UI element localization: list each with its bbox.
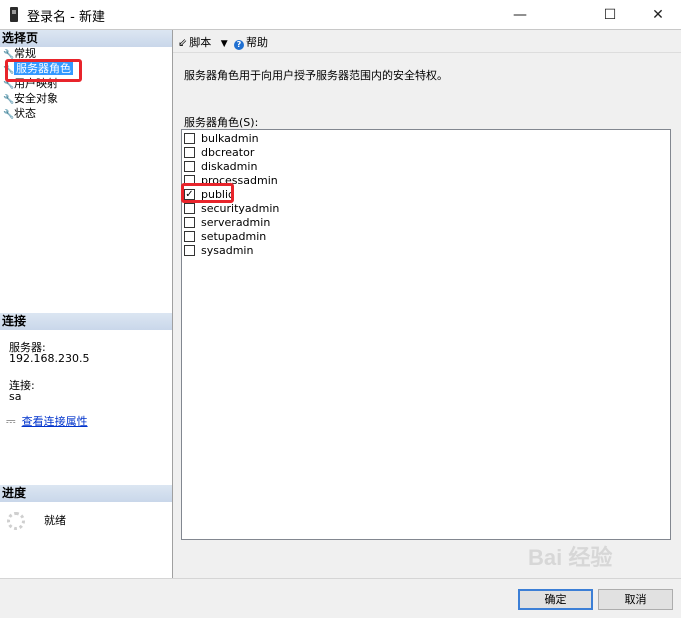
maximize-button[interactable]: ☐	[587, 0, 633, 29]
description-text: 服务器角色用于向用户授予服务器范围内的安全特权。	[184, 69, 448, 82]
plug-icon: ⎓	[6, 414, 16, 428]
select-page-header: 选择页	[0, 30, 172, 47]
script-label: 脚本	[189, 36, 212, 49]
role-checkbox[interactable]	[184, 132, 195, 144]
nav-item-label: 状态	[14, 107, 36, 120]
cancel-button[interactable]: 取消	[598, 589, 673, 610]
role-checkbox[interactable]	[184, 244, 195, 256]
highlight-box	[5, 59, 82, 82]
minimize-button[interactable]: —	[497, 0, 543, 29]
toolbar: ⇙ 脚本 ▼ ? 帮助	[173, 30, 681, 53]
wrench-icon: 🔧	[3, 95, 15, 105]
role-checkbox[interactable]	[184, 160, 195, 172]
role-name: sysadmin	[201, 243, 254, 257]
role-name: bulkadmin	[201, 131, 259, 145]
role-checkbox[interactable]	[184, 230, 195, 242]
title-bar: 登录名 - 新建 — ☐ ✕	[0, 0, 681, 29]
role-checkbox[interactable]	[184, 202, 195, 214]
help-icon: ?	[234, 40, 244, 50]
script-icon: ⇙	[178, 36, 188, 49]
role-name: diskadmin	[201, 159, 258, 173]
role-row-sysadmin[interactable]: sysadmin	[184, 243, 253, 257]
role-row-securityadmin[interactable]: securityadmin	[184, 201, 279, 215]
highlight-box	[181, 183, 234, 203]
help-label: 帮助	[246, 36, 268, 49]
role-name: serveradmin	[201, 215, 271, 229]
script-button[interactable]: ⇙ 脚本 ▼	[178, 34, 228, 50]
left-pane: 选择页 🔧常规 🔧 服务器角色 🔧用户映射 🔧安全对象 🔧状态 连接 服务器: 1…	[0, 30, 173, 578]
roles-label: 服务器角色(S):	[184, 116, 259, 129]
role-name: securityadmin	[201, 201, 280, 215]
role-checkbox[interactable]	[184, 216, 195, 228]
role-row-setupadmin[interactable]: setupadmin	[184, 229, 266, 243]
connection-value: sa	[9, 390, 22, 403]
nav-item-status[interactable]: 🔧状态	[3, 107, 36, 120]
role-row-serveradmin[interactable]: serveradmin	[184, 215, 270, 229]
role-row-dbcreator[interactable]: dbcreator	[184, 145, 254, 159]
progress-header: 进度	[0, 485, 172, 502]
watermark: Bai 经验	[528, 545, 613, 570]
chevron-down-icon: ▼	[220, 39, 228, 49]
role-name: setupadmin	[201, 229, 267, 243]
role-name: dbcreator	[201, 145, 255, 159]
wrench-icon: 🔧	[3, 110, 15, 120]
view-connection-link[interactable]: 查看连接属性	[22, 415, 88, 428]
main-pane: ⇙ 脚本 ▼ ? 帮助 服务器角色用于向用户授予服务器范围内的安全特权。 服务器角色…	[173, 30, 681, 578]
progress-status: 就绪	[44, 514, 66, 527]
role-row-bulkadmin[interactable]: bulkadmin	[184, 131, 259, 145]
help-button[interactable]: ? 帮助	[234, 34, 268, 50]
connection-header: 连接	[0, 313, 172, 330]
ok-button[interactable]: 确定	[518, 589, 593, 610]
roles-list: bulkadmin dbcreator diskadmin processadm…	[181, 129, 671, 540]
nav-item-securables[interactable]: 🔧安全对象	[3, 92, 58, 105]
button-bar: 确定 取消	[0, 578, 681, 618]
close-button[interactable]: ✕	[635, 0, 681, 29]
app-icon	[10, 7, 18, 22]
role-checkbox[interactable]	[184, 146, 195, 158]
view-connection-properties[interactable]: ⎓ 查看连接属性	[6, 413, 88, 429]
window-title: 登录名 - 新建	[27, 10, 105, 25]
progress-spinner-icon	[7, 512, 25, 530]
role-row-diskadmin[interactable]: diskadmin	[184, 159, 257, 173]
server-value: 192.168.230.5	[9, 352, 90, 365]
nav-item-label: 安全对象	[14, 92, 58, 105]
